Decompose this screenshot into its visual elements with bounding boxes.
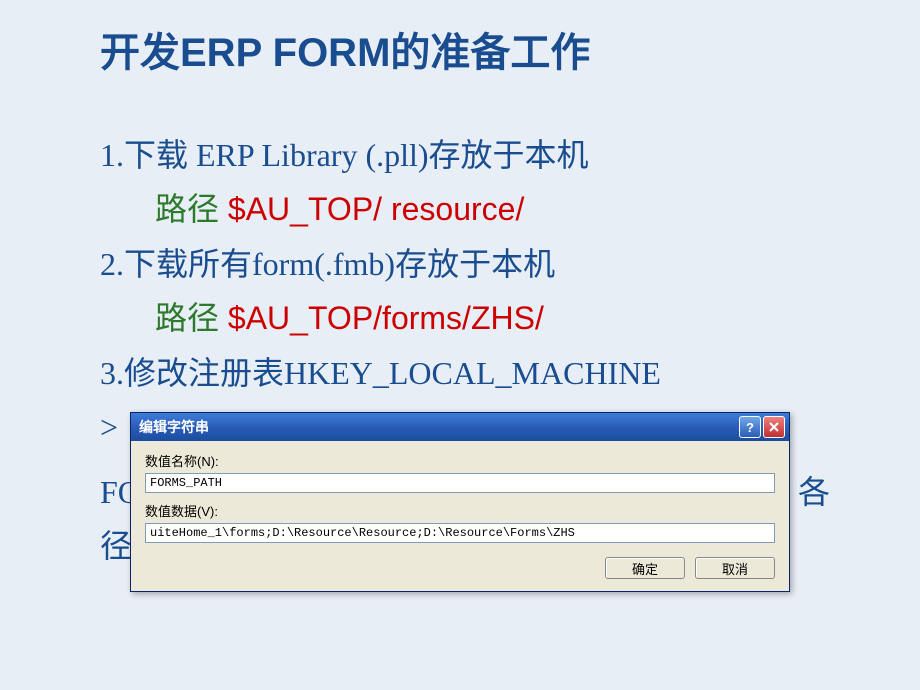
item-3: 3.修改注册表HKEY_LOCAL_MACHINE xyxy=(100,346,920,400)
dialog-buttons: 确定 取消 xyxy=(145,557,775,579)
item-1: 1.下载 ERP Library (.pll)存放于本机 xyxy=(100,128,920,182)
path-2-value: $AU_TOP/forms/ZHS/ xyxy=(219,300,544,336)
close-button[interactable] xyxy=(763,416,785,438)
dialog-title: 编辑字符串 xyxy=(135,417,737,437)
dialog-titlebar[interactable]: 编辑字符串 ? xyxy=(131,413,789,441)
path-1: 路径 $AU_TOP/ resource/ xyxy=(155,182,920,236)
edit-string-dialog: 编辑字符串 ? 数值名称(N): 数值数据(V): 确定 取消 xyxy=(130,412,790,592)
path-2-label: 路径 xyxy=(155,300,219,336)
path-1-value: $AU_TOP/ resource/ xyxy=(219,191,524,227)
cancel-button[interactable]: 取消 xyxy=(695,557,775,579)
path-1-label: 路径 xyxy=(155,191,219,227)
path-2: 路径 $AU_TOP/forms/ZHS/ xyxy=(155,291,920,345)
slide-title: 开发ERP FORM的准备工作 xyxy=(100,20,920,78)
item-2: 2.下载所有form(.fmb)存放于本机 xyxy=(100,237,920,291)
name-input[interactable] xyxy=(145,473,775,493)
name-label: 数值名称(N): xyxy=(145,451,775,470)
dialog-body: 数值名称(N): 数值数据(V): 确定 取消 xyxy=(131,441,789,591)
content-area: 1.下载 ERP Library (.pll)存放于本机 路径 $AU_TOP/… xyxy=(100,128,920,454)
data-input[interactable] xyxy=(145,523,775,543)
ok-button[interactable]: 确定 xyxy=(605,557,685,579)
slide-content: 开发ERP FORM的准备工作 1.下载 ERP Library (.pll)存… xyxy=(0,0,920,454)
help-button[interactable]: ? xyxy=(739,416,761,438)
data-label: 数值数据(V): xyxy=(145,501,775,520)
obscured-text-right: 各 xyxy=(798,465,830,519)
close-icon xyxy=(769,422,779,432)
